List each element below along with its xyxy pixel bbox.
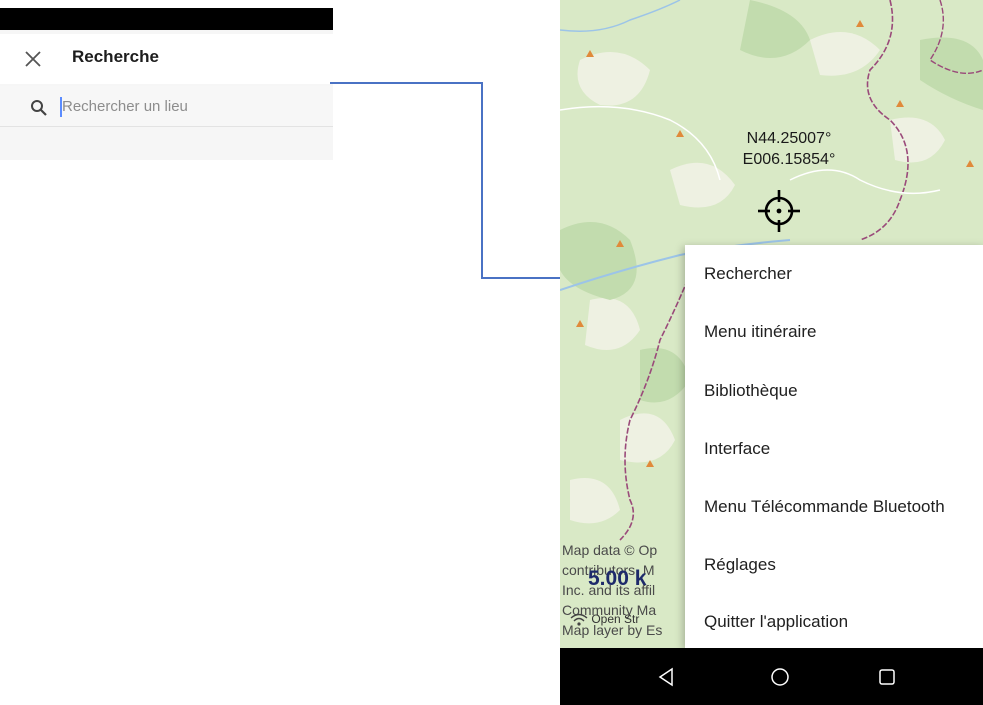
- system-nav-bar: [560, 648, 983, 705]
- menu-item-settings[interactable]: Réglages: [704, 550, 776, 580]
- status-bar: [0, 8, 333, 30]
- back-icon[interactable]: [656, 666, 678, 688]
- crosshair-icon: [758, 190, 800, 232]
- close-icon[interactable]: [22, 48, 44, 70]
- network-source: Open Str: [570, 612, 639, 627]
- search-input[interactable]: [62, 92, 312, 120]
- recents-icon[interactable]: [876, 666, 898, 688]
- latitude-label: N44.25007°: [746, 130, 832, 147]
- menu-item-quit[interactable]: Quitter l'application: [704, 607, 848, 637]
- attribution-line: Map data © Op: [562, 542, 658, 558]
- search-header: Recherche: [0, 34, 333, 84]
- map-app-screen: N44.25007° E006.15854° Map data © Op con…: [560, 0, 983, 705]
- scale-bar-label: 5.00 k: [588, 567, 647, 590]
- wifi-icon: [570, 613, 588, 626]
- page-title: Recherche: [72, 47, 159, 66]
- context-menu: Rechercher Menu itinéraire Bibliothèque …: [685, 245, 983, 648]
- home-icon[interactable]: [769, 666, 791, 688]
- search-bar[interactable]: [0, 86, 333, 127]
- network-label: Open Str: [591, 612, 640, 626]
- menu-item-interface[interactable]: Interface: [704, 434, 770, 464]
- search-icon: [31, 100, 47, 116]
- menu-item-route-menu[interactable]: Menu itinéraire: [704, 317, 816, 347]
- longitude-label: E006.15854°: [742, 151, 836, 168]
- menu-item-library[interactable]: Bibliothèque: [704, 376, 798, 406]
- coordinate-readout: N44.25007° E006.15854°: [728, 128, 850, 170]
- menu-item-search[interactable]: Rechercher: [704, 259, 792, 289]
- menu-item-bluetooth-remote[interactable]: Menu Télécommande Bluetooth: [704, 492, 945, 522]
- search-screen: Recherche: [0, 8, 333, 160]
